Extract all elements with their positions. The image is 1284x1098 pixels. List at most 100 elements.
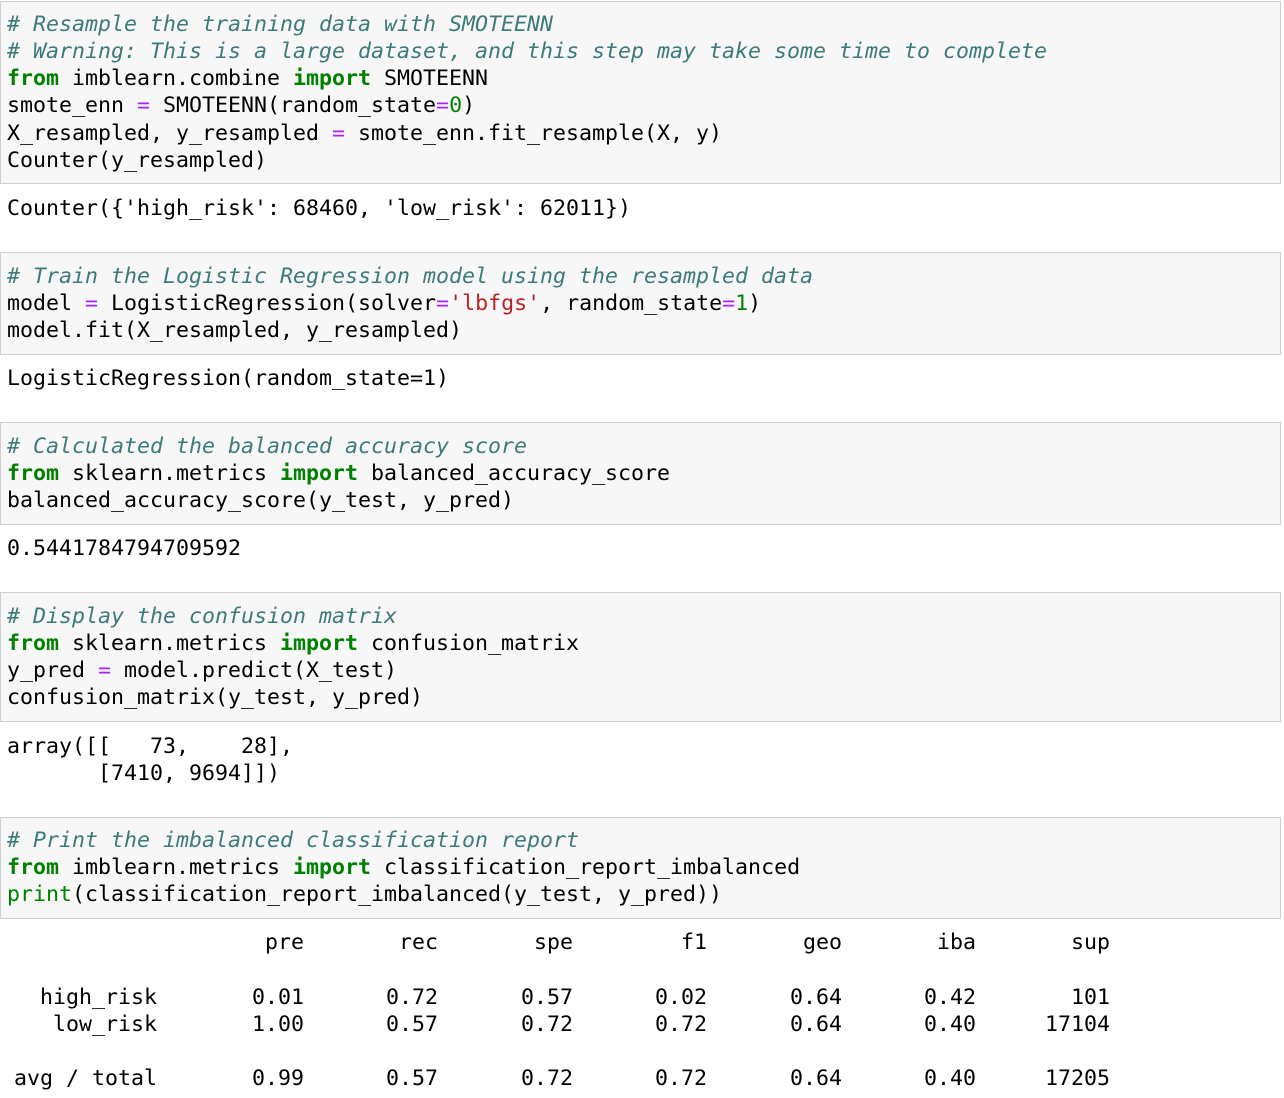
code-line: balanced_accuracy_score(y_test, y_pred) bbox=[7, 487, 514, 514]
cell-output: 0.5441784794709592 bbox=[7, 536, 242, 561]
cell-value: 0.57 bbox=[385, 1012, 438, 1037]
code-token: imblearn.combine bbox=[59, 66, 294, 91]
code-token: from bbox=[7, 461, 60, 486]
code-line: # Calculated the balanced accuracy score bbox=[7, 433, 527, 460]
code-line: X_resampled, y_resampled = smote_enn.fit… bbox=[7, 120, 722, 147]
code-line: # Train the Logistic Regression model us… bbox=[7, 263, 813, 290]
code-cell-input[interactable]: # Print the imbalanced classification re… bbox=[0, 817, 1281, 919]
code-line: confusion_matrix(y_test, y_pred) bbox=[7, 684, 423, 711]
code-token: = bbox=[85, 291, 99, 316]
col-header-spe: spe bbox=[533, 930, 573, 955]
code-cell-input[interactable]: # Calculated the balanced accuracy score… bbox=[0, 422, 1281, 525]
code-cell-input[interactable]: # Train the Logistic Regression model us… bbox=[0, 252, 1281, 355]
code-token: ) bbox=[462, 93, 476, 118]
code-token: , random_state bbox=[540, 291, 723, 316]
code-token: SMOTEENN bbox=[371, 66, 489, 91]
code-token: import bbox=[280, 461, 359, 486]
code-line: # Resample the training data with SMOTEE… bbox=[7, 11, 553, 38]
code-line: from sklearn.metrics import confusion_ma… bbox=[7, 630, 579, 657]
code-line: from sklearn.metrics import balanced_acc… bbox=[7, 460, 670, 487]
code-token: SMOTEENN(random_state bbox=[150, 93, 437, 118]
col-header-sup: sup bbox=[1070, 930, 1110, 955]
code-token: = bbox=[722, 291, 736, 316]
cell-value: 0.57 bbox=[520, 985, 573, 1010]
cell-value: 0.01 bbox=[251, 985, 304, 1010]
code-line: Counter(y_resampled) bbox=[7, 147, 267, 174]
code-token: smote_enn bbox=[7, 93, 138, 118]
code-token: 'lbfgs' bbox=[449, 291, 541, 316]
cell-value: 0.72 bbox=[654, 1012, 707, 1037]
code-token: y_pred bbox=[7, 658, 99, 683]
code-token: 0 bbox=[449, 93, 463, 118]
code-token: from bbox=[7, 66, 60, 91]
cell-value: 17104 bbox=[1044, 1012, 1110, 1037]
code-line: # Warning: This is a large dataset, and … bbox=[7, 38, 1047, 65]
cell-value: 0.72 bbox=[385, 985, 438, 1010]
code-token: 1 bbox=[735, 291, 749, 316]
row-label: avg / total bbox=[13, 1066, 157, 1091]
code-token: sklearn.metrics bbox=[59, 631, 281, 656]
col-header-rec: rec bbox=[398, 930, 438, 955]
code-token: = bbox=[436, 93, 450, 118]
cell-value: 0.99 bbox=[251, 1066, 304, 1091]
col-header-pre: pre bbox=[264, 930, 304, 955]
cell-value: 0.72 bbox=[520, 1012, 573, 1037]
cell-value: 0.64 bbox=[789, 1066, 842, 1091]
code-token: imblearn.metrics bbox=[59, 855, 294, 880]
code-token: X_resampled, y_resampled bbox=[7, 121, 333, 146]
code-line: from imblearn.metrics import classificat… bbox=[7, 854, 800, 881]
code-token: import bbox=[293, 66, 372, 91]
cell-value: 0.72 bbox=[654, 1066, 707, 1091]
code-token: model bbox=[7, 291, 86, 316]
code-token: ) bbox=[748, 291, 762, 316]
code-token: = bbox=[98, 658, 112, 683]
cell-value: 0.40 bbox=[923, 1012, 976, 1037]
code-line: model = LogisticRegression(solver='lbfgs… bbox=[7, 290, 761, 317]
code-token: model.fit(X_resampled, y_resampled) bbox=[7, 318, 463, 343]
code-line: # Print the imbalanced classification re… bbox=[7, 827, 579, 854]
code-token: import bbox=[280, 631, 359, 656]
cell-value: 1.00 bbox=[251, 1012, 304, 1037]
code-token: from bbox=[7, 855, 60, 880]
code-line: # Display the confusion matrix bbox=[7, 603, 397, 630]
code-token: (classification_report_imbalanced(y_test… bbox=[72, 882, 723, 907]
cell-value: 17205 bbox=[1044, 1066, 1110, 1091]
cell-value: 0.40 bbox=[923, 1066, 976, 1091]
code-line: print(classification_report_imbalanced(y… bbox=[7, 881, 722, 908]
col-header-f1: f1 bbox=[680, 930, 707, 955]
code-token: # Warning: This is a large dataset, and … bbox=[7, 39, 1048, 64]
code-token: balanced_accuracy_score(y_test, y_pred) bbox=[7, 488, 515, 513]
cell-value: 101 bbox=[1070, 985, 1110, 1010]
code-token: import bbox=[293, 855, 372, 880]
cell-value: 0.72 bbox=[520, 1066, 573, 1091]
code-line: smote_enn = SMOTEENN(random_state=0) bbox=[7, 92, 475, 119]
code-token: = bbox=[436, 291, 450, 316]
cell-output: array([[ 73, 28], [7410, 9694]]) bbox=[7, 734, 294, 786]
code-cell-input[interactable]: # Display the confusion matrix from skle… bbox=[0, 592, 1281, 722]
code-token: smote_enn.fit_resample(X, y) bbox=[345, 121, 723, 146]
code-token: sklearn.metrics bbox=[59, 461, 281, 486]
code-token: = bbox=[137, 93, 151, 118]
code-token: # Display the confusion matrix bbox=[7, 604, 398, 629]
code-token: # Print the imbalanced classification re… bbox=[7, 828, 580, 853]
row-label: low_risk bbox=[52, 1012, 157, 1037]
code-token: confusion_matrix bbox=[358, 631, 580, 656]
cell-value: 0.42 bbox=[923, 985, 976, 1010]
code-token: balanced_accuracy_score bbox=[358, 461, 671, 486]
col-header-iba: iba bbox=[936, 930, 976, 955]
code-token: # Train the Logistic Regression model us… bbox=[7, 264, 814, 289]
code-token: Counter(y_resampled) bbox=[7, 148, 268, 173]
cell-output: Counter({'high_risk': 68460, 'low_risk':… bbox=[7, 196, 632, 221]
cell-value: 0.57 bbox=[385, 1066, 438, 1091]
row-label: high_risk bbox=[39, 985, 157, 1010]
code-token: LogisticRegression(solver bbox=[98, 291, 437, 316]
code-token: model.predict(X_test) bbox=[111, 658, 398, 683]
code-line: y_pred = model.predict(X_test) bbox=[7, 657, 397, 684]
code-token: # Calculated the balanced accuracy score bbox=[7, 434, 528, 459]
code-token: print bbox=[7, 882, 73, 907]
cell-output: LogisticRegression(random_state=1) bbox=[7, 366, 450, 391]
code-token: classification_report_imbalanced bbox=[371, 855, 801, 880]
code-cell-input[interactable]: # Resample the training data with SMOTEE… bbox=[0, 1, 1281, 184]
classification-report: pre rec spe f1 geo iba sup high_risk 0.0… bbox=[0, 929, 1284, 1098]
cell-value: 0.64 bbox=[789, 985, 842, 1010]
